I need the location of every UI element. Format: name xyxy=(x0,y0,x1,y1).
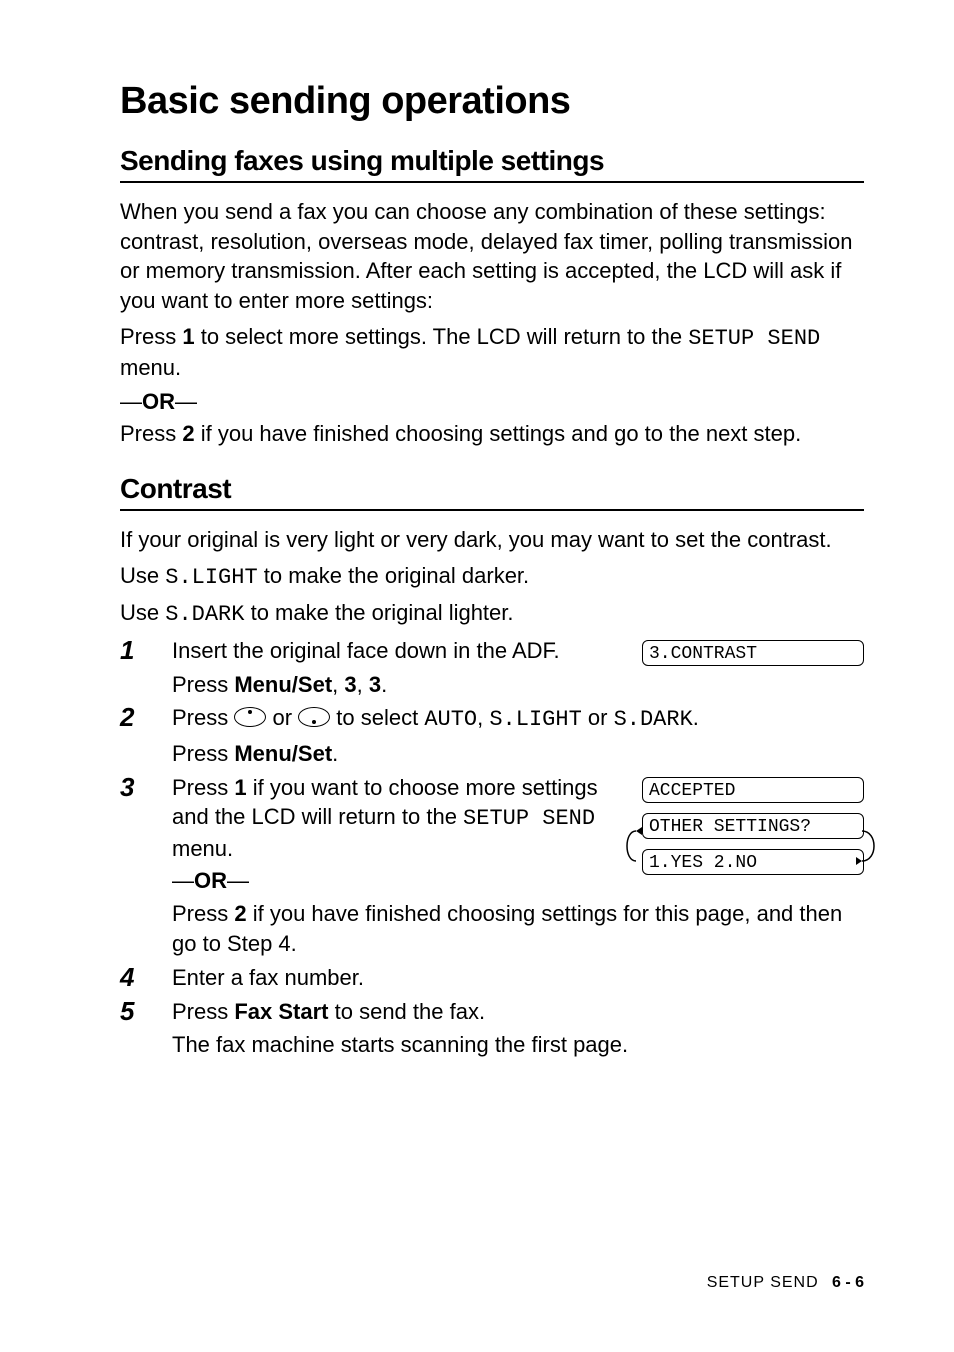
step-number: 5 xyxy=(120,997,172,1027)
text: Press xyxy=(120,324,182,349)
step-text: Press 2 if you have finished choosing se… xyxy=(172,899,864,958)
text: if you have finished choosing settings f… xyxy=(172,901,842,956)
nav-down-icon xyxy=(298,707,330,727)
text: Press xyxy=(172,705,234,730)
text: to make the original darker. xyxy=(258,563,529,588)
key-label: 2 xyxy=(182,421,194,446)
text: , xyxy=(477,705,489,730)
page-footer: SETUP SEND 6 - 6 xyxy=(707,1274,864,1292)
paragraph: If your original is very light or very d… xyxy=(120,525,864,555)
paragraph: Use S.LIGHT to make the original darker. xyxy=(120,561,864,593)
list-item: 5 Press Fax Start to send the fax. The f… xyxy=(120,997,864,1060)
text: menu. xyxy=(120,355,181,380)
list-item: 2 Press or to select AUTO, S.LIGHT or S.… xyxy=(120,703,864,768)
text: to send the fax. xyxy=(329,999,486,1024)
text: Press xyxy=(172,901,234,926)
paragraph: When you send a fax you can choose any c… xyxy=(120,197,864,316)
key-label: 3 xyxy=(369,672,381,697)
list-item: 1 Insert the original face down in the A… xyxy=(120,636,864,699)
footer-page-number: 6 - 6 xyxy=(832,1274,864,1291)
text: . xyxy=(381,672,387,697)
text: to make the original lighter. xyxy=(244,600,513,625)
page-title: Basic sending operations xyxy=(120,80,864,123)
code-text: S.LIGHT xyxy=(489,707,581,732)
code-text: S.DARK xyxy=(165,602,244,627)
text: Press xyxy=(172,999,234,1024)
text: Press xyxy=(172,775,234,800)
code-text: SETUP SEND xyxy=(463,806,595,831)
or-label: OR xyxy=(194,868,227,893)
section-heading-multiple-settings: Sending faxes using multiple settings xyxy=(120,145,864,177)
lcd-display: ACCEPTED xyxy=(642,777,864,803)
heading-rule xyxy=(120,181,864,183)
text: Use xyxy=(120,600,165,625)
step-number: 4 xyxy=(120,963,172,993)
text: to select xyxy=(330,705,424,730)
footer-chapter: SETUP SEND xyxy=(707,1274,819,1291)
text: , xyxy=(357,672,369,697)
key-label: 1 xyxy=(182,324,194,349)
lcd-display: OTHER SETTINGS? xyxy=(642,813,864,839)
text: , xyxy=(332,672,344,697)
text: or xyxy=(582,705,614,730)
lcd-display: 3.CONTRAST xyxy=(642,640,864,666)
list-item: 3 Press 1 if you want to choose more set… xyxy=(120,773,864,959)
nav-up-icon xyxy=(234,707,266,727)
code-text: AUTO xyxy=(424,707,477,732)
key-label: Menu/Set xyxy=(234,672,332,697)
or-separator: —OR— xyxy=(172,866,620,896)
or-label: OR xyxy=(142,389,175,414)
key-label: Fax Start xyxy=(234,999,328,1024)
text: if you have finished choosing settings a… xyxy=(195,421,802,446)
lcd-display: 1.YES 2.NO xyxy=(642,849,864,875)
text: to select more settings. The LCD will re… xyxy=(195,324,689,349)
code-text: S.LIGHT xyxy=(165,565,257,590)
step-text: Enter a fax number. xyxy=(172,963,864,993)
step-text: Insert the original face down in the ADF… xyxy=(172,638,560,663)
paragraph: Press 1 to select more settings. The LCD… xyxy=(120,322,864,383)
page: Basic sending operations Sending faxes u… xyxy=(0,0,954,1352)
section-heading-contrast: Contrast xyxy=(120,473,864,505)
code-text: SETUP SEND xyxy=(688,326,820,351)
text: Press xyxy=(172,741,234,766)
paragraph: Press 2 if you have finished choosing se… xyxy=(120,419,864,449)
text: Press xyxy=(172,672,234,697)
text: . xyxy=(693,705,699,730)
text: . xyxy=(332,741,338,766)
step-text: The fax machine starts scanning the firs… xyxy=(172,1032,628,1057)
or-separator: —OR— xyxy=(120,389,864,415)
key-label: 3 xyxy=(344,672,356,697)
key-label: 2 xyxy=(234,901,246,926)
list-item: 4 Enter a fax number. xyxy=(120,963,864,993)
text: or xyxy=(266,705,298,730)
step-number: 3 xyxy=(120,773,172,803)
code-text: S.DARK xyxy=(614,707,693,732)
text: Use xyxy=(120,563,165,588)
text: menu. xyxy=(172,836,233,861)
key-label: Menu/Set xyxy=(234,741,332,766)
paragraph: Use S.DARK to make the original lighter. xyxy=(120,598,864,630)
key-label: 1 xyxy=(234,775,246,800)
ordered-list: 1 Insert the original face down in the A… xyxy=(120,636,864,1060)
heading-rule xyxy=(120,509,864,511)
step-number: 2 xyxy=(120,703,172,733)
text: Press xyxy=(120,421,182,446)
step-number: 1 xyxy=(120,636,172,666)
